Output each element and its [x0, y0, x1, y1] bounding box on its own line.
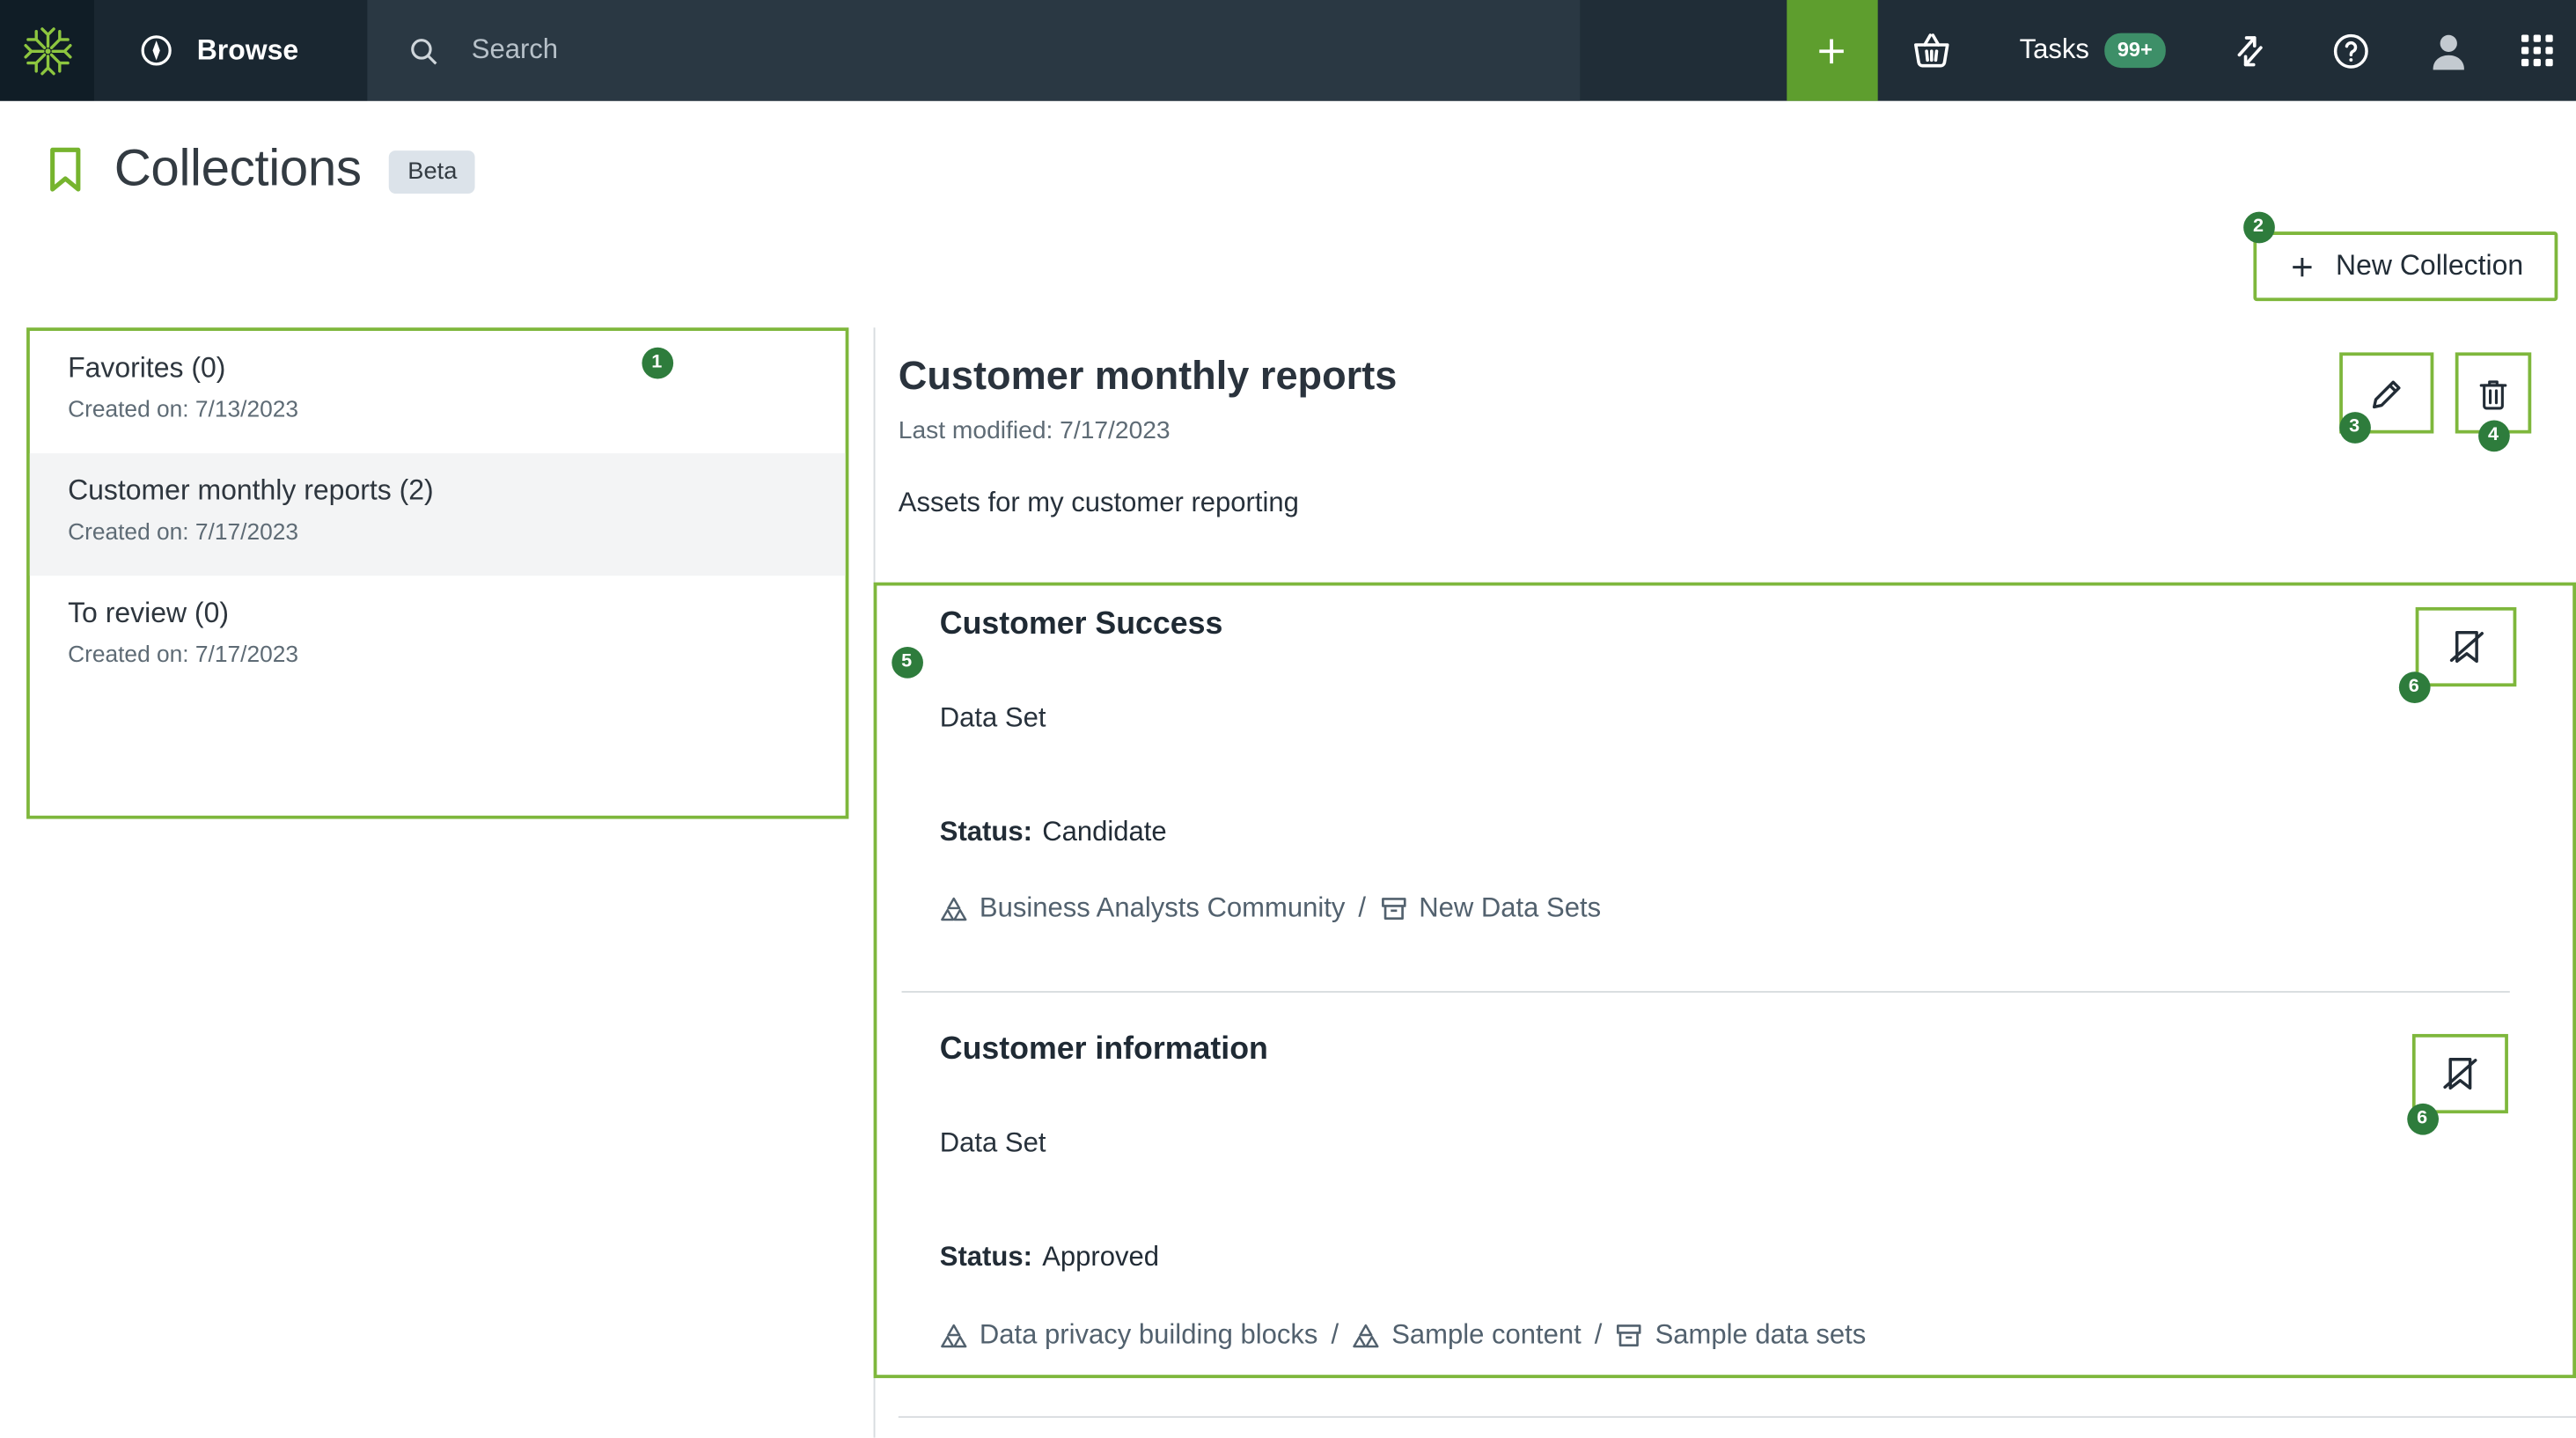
- bookmark-remove-icon: [2439, 1053, 2482, 1096]
- last-modified-text: Last modified: 7/17/2023: [899, 417, 1171, 445]
- plus-icon: [1814, 33, 1850, 69]
- breadcrumb-label: Business Analysts Community: [980, 893, 1345, 925]
- collection-created-date: Created on: 7/13/2023: [68, 395, 846, 422]
- tasks-label: Tasks: [2020, 34, 2089, 66]
- app-window: Browse Tasks 99+: [0, 0, 2576, 1438]
- asset-breadcrumb: Business Analysts Community / New Data S…: [940, 893, 1601, 925]
- collection-row-customer-monthly-reports[interactable]: Customer monthly reports (2) Created on:…: [30, 453, 846, 576]
- breadcrumb-label: Data privacy building blocks: [980, 1320, 1317, 1352]
- create-asset-button[interactable]: [1787, 0, 1877, 101]
- domain-icon: [1379, 895, 1407, 923]
- annotation-badge-4: 4: [2477, 420, 2509, 451]
- collection-description: Assets for my customer reporting: [899, 488, 1299, 520]
- collection-row-favorites[interactable]: Favorites (0) Created on: 7/13/2023: [30, 331, 846, 453]
- assets-list-box: Customer Success Data Set Status: Candid…: [874, 583, 2576, 1378]
- status-value: Approved: [1042, 1243, 1159, 1274]
- app-logo[interactable]: [0, 0, 94, 101]
- annotation-badge-6: 6: [2406, 1103, 2438, 1134]
- help-button[interactable]: [2301, 0, 2399, 101]
- asset-type: Data Set: [940, 1128, 1046, 1160]
- community-icon: [940, 1324, 968, 1348]
- user-avatar-button[interactable]: [2399, 0, 2497, 101]
- community-icon: [940, 897, 968, 921]
- collection-row-to-review[interactable]: To review (0) Created on: 7/17/2023: [30, 576, 846, 698]
- asset-breadcrumb: Data privacy building blocks / Sample co…: [940, 1320, 1867, 1352]
- search-input[interactable]: [468, 0, 1580, 103]
- asset-name-link[interactable]: Customer information: [940, 1032, 1268, 1068]
- asset-name-link[interactable]: Customer Success: [940, 607, 1223, 643]
- browse-button[interactable]: Browse: [94, 0, 367, 101]
- breadcrumb-community-link[interactable]: Data privacy building blocks: [940, 1320, 1318, 1352]
- breadcrumb-community-link[interactable]: Business Analysts Community: [940, 893, 1346, 925]
- status-label: Status:: [940, 818, 1032, 849]
- beta-badge: Beta: [390, 150, 475, 194]
- annotation-badge-3: 3: [2338, 411, 2370, 443]
- page-header: Collections Beta: [45, 139, 475, 199]
- sync-arrows-icon: [2228, 29, 2271, 72]
- status-value: Candidate: [1042, 818, 1166, 849]
- new-collection-label: New Collection: [2336, 250, 2523, 283]
- annotation-badge-2: 2: [2242, 211, 2274, 243]
- breadcrumb-community-link[interactable]: Sample content: [1352, 1320, 1582, 1352]
- trash-icon: [2475, 373, 2511, 413]
- compass-icon: [137, 32, 175, 70]
- community-icon: [1352, 1324, 1380, 1348]
- breadcrumb-label: Sample content: [1391, 1320, 1582, 1352]
- tasks-count-badge: 99+: [2104, 33, 2166, 68]
- breadcrumb-label: Sample data sets: [1655, 1320, 1867, 1352]
- edit-pencil-icon: [2367, 373, 2406, 413]
- annotation-badge-5: 5: [891, 646, 922, 678]
- shopping-basket-button[interactable]: [1877, 0, 1986, 101]
- plus-icon: [2288, 253, 2316, 281]
- search-icon: [407, 34, 440, 68]
- remove-from-collection-button[interactable]: [2416, 607, 2517, 686]
- breadcrumb-label: New Data Sets: [1419, 893, 1601, 925]
- tasks-button[interactable]: Tasks 99+: [1986, 0, 2198, 101]
- user-avatar-icon: [2423, 26, 2472, 75]
- breadcrumb-domain-link[interactable]: Sample data sets: [1615, 1320, 1866, 1352]
- collection-detail-title: Customer monthly reports: [899, 354, 1398, 400]
- collections-list-panel: Favorites (0) Created on: 7/13/2023 Cust…: [26, 327, 848, 818]
- section-divider: [899, 1416, 2576, 1418]
- topbar-spacer: [1580, 0, 1786, 101]
- browse-label: Browse: [197, 34, 298, 68]
- help-icon: [2329, 29, 2372, 72]
- asset-status: Status: Approved: [940, 1243, 1159, 1274]
- asset-type: Data Set: [940, 703, 1046, 735]
- apps-grid-button[interactable]: [2497, 0, 2576, 101]
- breadcrumb-domain-link[interactable]: New Data Sets: [1379, 893, 1601, 925]
- collection-name: Favorites (0): [68, 352, 846, 385]
- bookmark-icon: [45, 144, 86, 193]
- sync-arrows-button[interactable]: [2198, 0, 2301, 101]
- page-title: Collections: [114, 139, 362, 199]
- domain-icon: [1615, 1322, 1643, 1350]
- basket-icon: [1910, 28, 1955, 73]
- breadcrumb-separator: /: [1595, 1320, 1603, 1352]
- global-search[interactable]: [367, 0, 1580, 101]
- top-navigation-bar: Browse Tasks 99+: [0, 0, 2576, 101]
- status-label: Status:: [940, 1243, 1032, 1274]
- collection-name: Customer monthly reports (2): [68, 475, 846, 509]
- annotation-badge-6: 6: [2398, 671, 2430, 702]
- collection-name: To review (0): [68, 598, 846, 631]
- asset-status: Status: Candidate: [940, 818, 1167, 849]
- collection-created-date: Created on: 7/17/2023: [68, 517, 846, 544]
- new-collection-button[interactable]: New Collection: [2253, 231, 2558, 301]
- apps-grid-icon: [2519, 33, 2553, 68]
- breadcrumb-separator: /: [1358, 893, 1366, 925]
- app-logo-icon: [18, 20, 77, 80]
- bookmark-remove-icon: [2445, 626, 2488, 669]
- annotation-badge-1: 1: [641, 347, 672, 378]
- collection-created-date: Created on: 7/17/2023: [68, 641, 846, 667]
- asset-row-divider: [902, 991, 2510, 993]
- breadcrumb-separator: /: [1331, 1320, 1339, 1352]
- remove-from-collection-button[interactable]: [2412, 1034, 2508, 1113]
